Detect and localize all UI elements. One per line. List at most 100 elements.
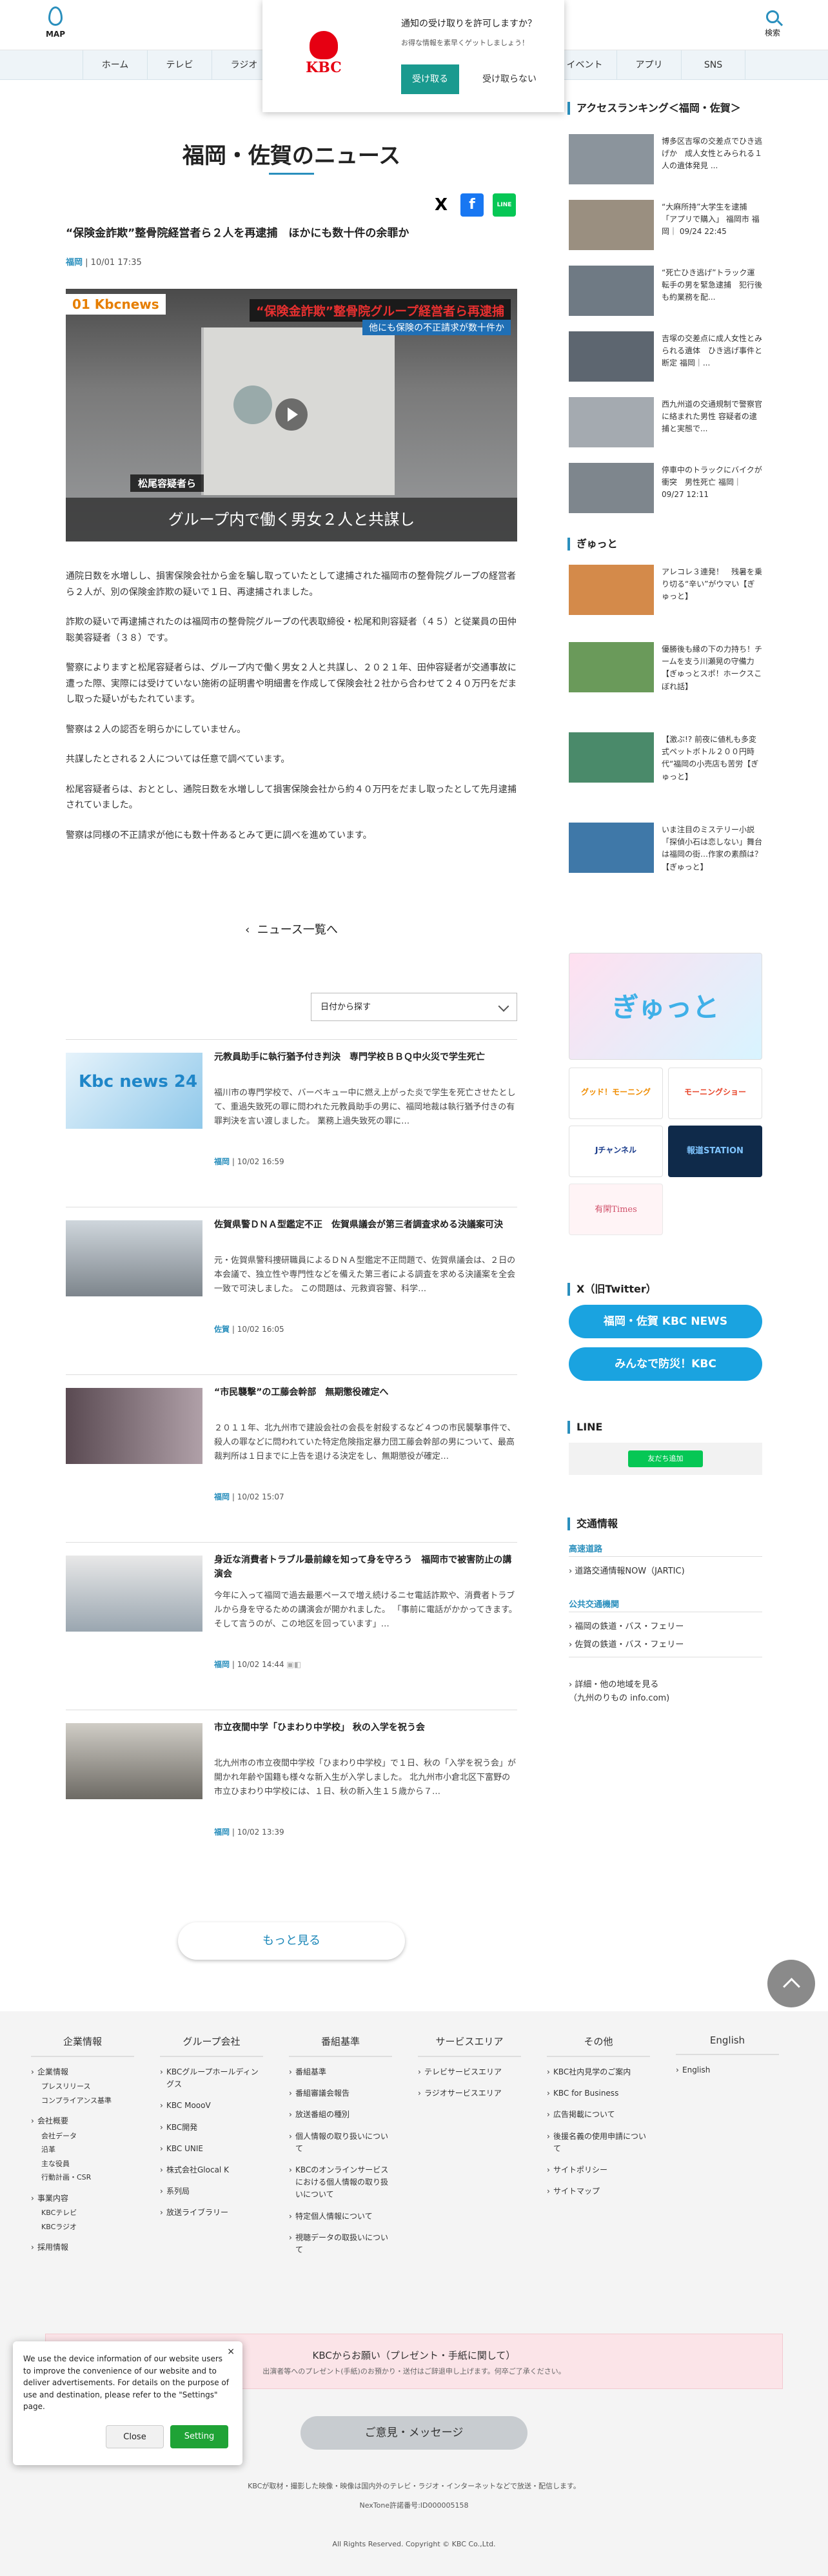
footer-sublink[interactable]: KBCラジオ <box>41 2221 134 2233</box>
share-line-button[interactable]: LINE <box>493 193 516 217</box>
ranking-item[interactable]: 博多区吉塚の交差点でひき逃げか 成人女性とみられる１人の遺体発見 ... <box>569 134 762 193</box>
footer-sublink[interactable]: コンプライアンス基準 <box>41 2095 134 2107</box>
nav-sns[interactable]: SNS <box>681 50 745 80</box>
gyutto-banner[interactable]: ぎゅっと <box>569 953 762 1060</box>
footer-sublink[interactable]: 会社データ <box>41 2131 134 2142</box>
nav-home[interactable]: ホーム <box>83 50 147 80</box>
share-x-button[interactable]: X <box>429 193 453 217</box>
footer-link[interactable]: 個人情報の取り扱いについて <box>289 2131 392 2155</box>
cookie-setting-button[interactable]: Setting <box>170 2425 228 2448</box>
article-category[interactable]: 福岡 <box>66 258 83 268</box>
yuryo-times-banner[interactable]: 有閑Times <box>569 1184 663 1235</box>
nav-app[interactable]: アプリ <box>616 50 681 80</box>
traffic-saga-link[interactable]: › 佐賀の鉄道・バス・フェリー <box>569 1637 684 1650</box>
footer-link[interactable]: テレビサービスエリア <box>418 2066 521 2078</box>
footer-link[interactable]: 特定個人情報について <box>289 2210 392 2223</box>
map-label: MAP <box>45 30 66 39</box>
back-to-top-button[interactable] <box>767 1960 815 2007</box>
footer-link[interactable]: KBCのオンラインサービスにおける個人情報の取り扱いについて <box>289 2164 392 2201</box>
news-item[interactable]: “市民襲撃”の工藤会幹部 無期懲役確定へ ２０１１年、北九州市で建設会社の会長を… <box>66 1374 517 1542</box>
footer-link[interactable]: 系列局 <box>160 2185 263 2198</box>
line-add-friend-button[interactable]: 友だち追加 <box>628 1450 703 1467</box>
news-title[interactable]: 佐賀県警ＤＮＡ型鑑定不正 佐賀県議会が第三者調査求める決議案可決 <box>214 1218 517 1232</box>
jchannel-banner[interactable]: Jチャンネル <box>569 1126 663 1177</box>
ranking-item[interactable]: 停車中のトラックにバイクが衝突 男性死亡 福岡｜ 09/27 12:11 <box>569 463 762 522</box>
footer-link[interactable]: 株式会社Glocal K <box>160 2164 263 2176</box>
footer-link[interactable]: KBCグループホールディングス <box>160 2066 263 2091</box>
footer-sublink[interactable]: 沿革 <box>41 2144 134 2156</box>
reject-button[interactable]: 受け取らない <box>468 64 551 94</box>
gyutto-item[interactable]: アレコレ３連発！ 残暑を乗り切る“辛い”がウマい【ぎゅっと】 <box>569 565 762 629</box>
ranking-item[interactable]: 吉塚の交差点に成人女性とみられる遺体 ひき逃げ事件と断定 福岡｜... <box>569 331 762 391</box>
news-item[interactable]: 市立夜間中学「ひまわり中学校」 秋の入学を祝う会 北九州市の市立夜間中学校「ひま… <box>66 1710 517 1877</box>
footer-link[interactable]: KBC開発 <box>160 2122 263 2134</box>
gyutto-item[interactable]: 優勝後も縁の下の力持ち！チームを支う川瀬晃の守備力【ぎゅっとスポ！ホークスこぼれ… <box>569 642 762 707</box>
houdou-station-banner[interactable]: 報道STATION <box>668 1126 762 1177</box>
gyutto-item[interactable]: いま注目のミステリー小説「探偵小石は恋しない」舞台は福岡の街…作家の素顔は？【ぎ… <box>569 823 762 887</box>
twitter-bousai-button[interactable]: みんなで防災！KBC <box>569 1347 762 1381</box>
footer-sublink[interactable]: プレスリリース <box>41 2081 134 2093</box>
gyutto-item[interactable]: 【激ぶ!? 前夜に値札も多変式ペットボトル２００円時代“福岡の小売店も苦労【ぎゅ… <box>569 732 762 797</box>
search-button[interactable]: 検索 <box>747 4 798 48</box>
footer-link[interactable]: 放送ライブラリー <box>160 2207 263 2219</box>
footer-link[interactable]: ラジオサービスエリア <box>418 2087 521 2100</box>
jchannel-banner-text: Jチャンネル <box>595 1146 637 1155</box>
news-category[interactable]: 福岡 <box>214 1660 230 1669</box>
footer-sublink[interactable]: 行動計画・CSR <box>41 2172 134 2183</box>
footer-link[interactable]: 番組審議会報告 <box>289 2087 392 2100</box>
news-category[interactable]: 福岡 <box>214 1828 230 1837</box>
morningshow-banner[interactable]: モーニングショー <box>668 1068 762 1119</box>
ranking-item[interactable]: “大麻所持”大学生を逮捕「アプリで購入」 福岡市 福岡｜ 09/24 22:45 <box>569 200 762 259</box>
footer-link[interactable]: 番組基準 <box>289 2066 392 2078</box>
play-icon[interactable] <box>275 398 308 431</box>
footer-link[interactable]: サイトポリシー <box>547 2164 650 2176</box>
news-title[interactable]: “市民襲撃”の工藤会幹部 無期懲役確定へ <box>214 1385 517 1400</box>
ranking-item[interactable]: 西九州道の交通規制で警察官に絡まれた男性 容疑者の逮捕と実態で... <box>569 397 762 456</box>
more-button[interactable]: もっと見る <box>178 1922 405 1960</box>
footer-link[interactable]: 後援名義の使用申請について <box>547 2131 650 2155</box>
news-title[interactable]: 身近な消費者トラブル最前線を知って身を守ろう 福岡市で被害防止の講演会 <box>214 1553 517 1582</box>
news-category[interactable]: 福岡 <box>214 1157 230 1166</box>
kbc-logo: KBC <box>301 31 346 76</box>
news-category[interactable]: 福岡 <box>214 1492 230 1501</box>
share-facebook-button[interactable]: f <box>460 193 484 217</box>
footer-link[interactable]: 事業内容 KBCテレビ KBCラジオ <box>31 2192 134 2232</box>
cookie-close-button[interactable]: Close <box>106 2425 164 2448</box>
date-select[interactable]: 日付から探す <box>311 993 517 1021</box>
footer-link[interactable]: 企業情報 プレスリリース コンプライアンス基準 <box>31 2066 134 2106</box>
accept-button[interactable]: 受け取る <box>401 64 459 94</box>
footer-link[interactable]: KBC for Business <box>547 2087 650 2100</box>
news-category[interactable]: 佐賀 <box>214 1325 230 1334</box>
article-video[interactable]: 01 Kbcnews “保険金詐欺”整骨院グループ経営者ら再逮捕 他にも保険の不… <box>66 289 517 542</box>
traffic-detail-link[interactable]: › 詳細・他の地域を見る （九州のりもの info.com) <box>569 1679 669 1706</box>
news-title[interactable]: 元教員助手に執行猶予付き判決 専門学校ＢＢＱ中火災で学生死亡 <box>214 1050 517 1064</box>
ranking-item[interactable]: “死亡ひき逃げ”トラック運転手の男を緊急逮捕 犯行後も約業務を配... <box>569 266 762 325</box>
traffic-road-link[interactable]: › 道路交通情報NOW（JARTIC) <box>569 1564 685 1576</box>
news-item[interactable]: 身近な消費者トラブル最前線を知って身を守ろう 福岡市で被害防止の講演会 今年に入… <box>66 1542 517 1710</box>
footer-link[interactable]: サイトマップ <box>547 2185 650 2198</box>
morningshow-banner-text: モーニングショー <box>684 1088 746 1097</box>
footer-link[interactable]: English <box>676 2064 779 2076</box>
footer-link[interactable]: 放送番組の種別 <box>289 2109 392 2121</box>
footer-link[interactable]: 会社概要 会社データ 沿革 主な役員 行動計画・CSR <box>31 2115 134 2183</box>
footer-sublink[interactable]: KBCテレビ <box>41 2207 134 2219</box>
news-title[interactable]: 市立夜間中学「ひまわり中学校」 秋の入学を祝う会 <box>214 1721 517 1735</box>
opinion-button[interactable]: ご意見・メッセージ <box>301 2416 527 2450</box>
footer-nextone-number: NexTone許諾番号:ID000005158 <box>359 2501 469 2510</box>
news-item[interactable]: 佐賀県警ＤＮＡ型鑑定不正 佐賀県議会が第三者調査求める決議案可決 元・佐賀県警科… <box>66 1207 517 1374</box>
twitter-kbc-news-button[interactable]: 福岡・佐賀 KBC NEWS <box>569 1305 762 1338</box>
footer-link[interactable]: KBC社内見学のご案内 <box>547 2066 650 2078</box>
goodmorning-banner[interactable]: グッド！モーニング <box>569 1068 663 1119</box>
news-list-link[interactable]: ‹ ニュース一覧へ <box>66 921 517 937</box>
news-item[interactable]: Kbc news 24 元教員助手に執行猶予付き判決 専門学校ＢＢＱ中火災で学生… <box>66 1039 517 1207</box>
news-meta: 福岡 | 10/02 14:44 ▣◧ <box>214 1660 302 1669</box>
traffic-fukuoka-link[interactable]: › 福岡の鉄道・バス・フェリー <box>569 1619 684 1632</box>
footer-sublink[interactable]: 主な役員 <box>41 2158 134 2170</box>
footer-link[interactable]: 広告掲載について <box>547 2109 650 2121</box>
nav-tv[interactable]: テレビ <box>147 50 212 80</box>
footer-link[interactable]: 視聴データの取扱いについて <box>289 2232 392 2256</box>
footer-link[interactable]: 採用情報 <box>31 2241 134 2254</box>
map-button[interactable]: MAP <box>30 4 81 48</box>
footer-link[interactable]: KBC UNIE <box>160 2143 263 2155</box>
footer-link[interactable]: KBC MoooV <box>160 2100 263 2112</box>
